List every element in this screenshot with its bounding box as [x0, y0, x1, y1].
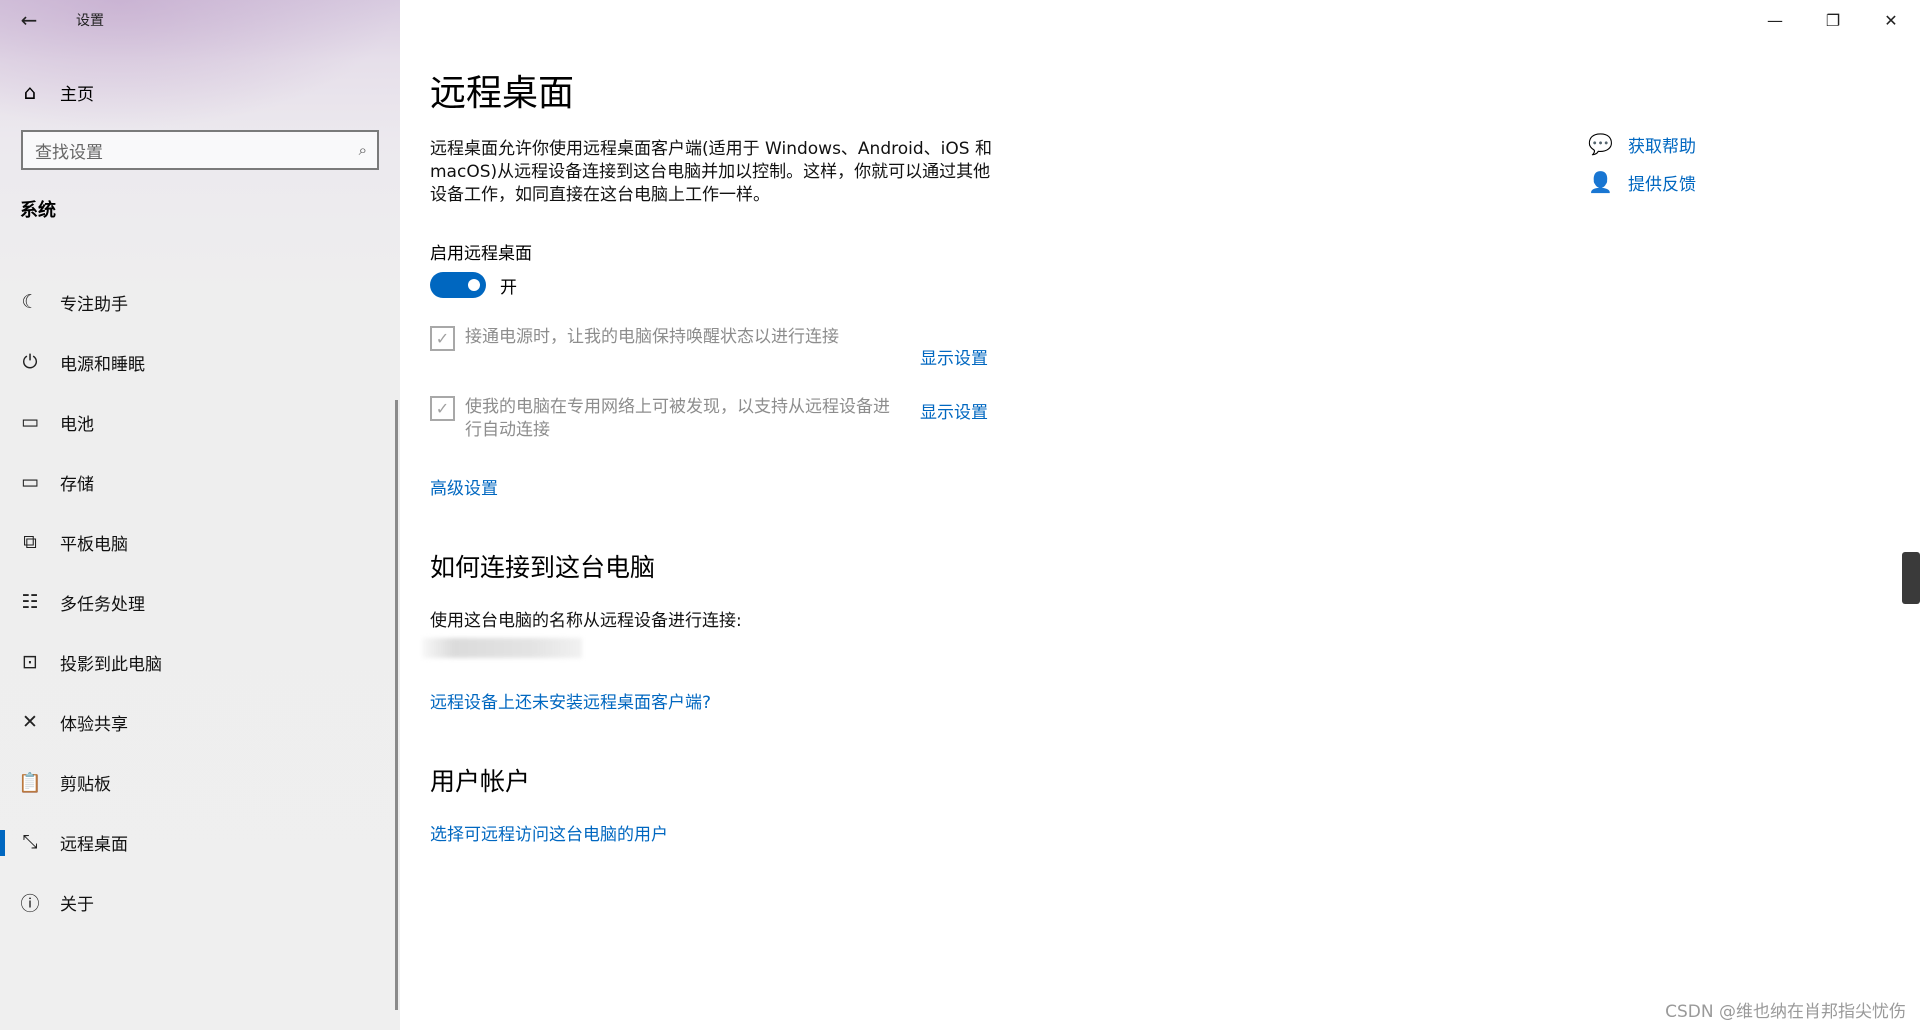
moon-icon: ☾ — [21, 291, 39, 313]
remote-desktop-icon: ⤡ — [22, 831, 38, 853]
close-button[interactable]: ✕ — [1862, 0, 1920, 40]
minimize-icon: — — [1767, 10, 1783, 30]
keep-awake-text: 接通电源时，让我的电脑保持唤醒状态以进行连接 — [465, 327, 839, 347]
project-icon: ⊡ — [22, 651, 38, 673]
select-users-link[interactable]: 选择可远程访问这台电脑的用户 — [430, 820, 668, 845]
discoverable-option: ✓ 使我的电脑在专用网络上可被发现，以支持从远程设备进行自动连接 — [430, 396, 905, 442]
settings-sidebar: ← 设置 ⌂ 主页 查找设置 ⌕ 系统 ☾ 专注助手 ⏻ 电源和睡眠 ▭ 电池 … — [0, 0, 400, 1030]
sidebar-item-label: 关于 — [60, 894, 94, 915]
app-title: 设置 — [76, 13, 104, 29]
multitasking-icon: ☷ — [21, 591, 39, 613]
sidebar-item-storage[interactable]: ▭ 存储 — [0, 452, 400, 512]
maximize-button[interactable]: ❐ — [1804, 0, 1862, 40]
toggle-state-label: 开 — [500, 277, 517, 298]
toggle-knob — [468, 279, 480, 291]
sidebar-item-label: 体验共享 — [60, 714, 128, 735]
sidebar-titlebar: ← 设置 — [0, 0, 400, 40]
get-help-link[interactable]: 💬 获取帮助 — [1588, 125, 1696, 163]
sidebar-item-tablet[interactable]: ⧉ 平板电脑 — [0, 512, 400, 572]
shared-experiences-icon: ✕ — [22, 711, 38, 733]
connect-heading: 如何连接到这台电脑 — [430, 553, 656, 582]
checkmark-icon: ✓ — [435, 329, 450, 348]
main-content: — ❐ ✕ 远程桌面 远程桌面允许你使用远程桌面客户端(适用于 Windows、… — [400, 0, 1920, 1030]
sidebar-item-focus-assist[interactable]: ☾ 专注助手 — [0, 272, 400, 332]
info-icon: ⓘ — [20, 892, 40, 915]
keep-awake-checkbox[interactable]: ✓ — [430, 326, 455, 351]
back-button[interactable]: ← — [0, 0, 58, 40]
enable-remote-desktop-label: 启用远程桌面 — [430, 244, 532, 264]
sidebar-item-power-sleep[interactable]: ⏻ 电源和睡眠 — [0, 332, 400, 392]
window-controls: — ❐ ✕ — [1746, 0, 1920, 40]
sidebar-item-label: 主页 — [60, 84, 94, 105]
feedback-label: 提供反馈 — [1628, 174, 1696, 195]
watermark: CSDN @维也纳在肖邦指尖忧伤 — [1665, 1002, 1906, 1022]
main-scrollbar-thumb[interactable] — [1902, 552, 1920, 604]
client-not-installed-link[interactable]: 远程设备上还未安装远程桌面客户端? — [430, 688, 711, 713]
sidebar-item-label: 电池 — [60, 414, 94, 435]
battery-icon: ▭ — [21, 411, 39, 433]
show-settings-link-2[interactable]: 显示设置 — [920, 398, 988, 423]
discoverable-checkbox[interactable]: ✓ — [430, 396, 455, 421]
search-placeholder: 查找设置 — [35, 142, 103, 163]
sidebar-scrollbar[interactable] — [395, 400, 398, 1010]
minimize-button[interactable]: — — [1746, 0, 1804, 40]
user-accounts-heading: 用户帐户 — [430, 767, 531, 796]
remote-desktop-description: 远程桌面允许你使用远程桌面客户端(适用于 Windows、Android、iOS… — [430, 139, 992, 205]
sidebar-item-label: 电源和睡眠 — [60, 354, 145, 375]
restore-icon: ❐ — [1825, 10, 1841, 30]
home-icon: ⌂ — [23, 80, 37, 104]
discoverable-text: 使我的电脑在专用网络上可被发现，以支持从远程设备进行自动连接 — [465, 397, 890, 440]
sidebar-item-battery[interactable]: ▭ 电池 — [0, 392, 400, 452]
sidebar-item-projecting[interactable]: ⊡ 投影到此电脑 — [0, 632, 400, 692]
sidebar-item-label: 投影到此电脑 — [60, 654, 162, 675]
sidebar-nav: ☾ 专注助手 ⏻ 电源和睡眠 ▭ 电池 ▭ 存储 ⧉ 平板电脑 ☷ 多任务处理 … — [0, 272, 400, 932]
keep-awake-option: ✓ 接通电源时，让我的电脑保持唤醒状态以进行连接 — [430, 326, 905, 351]
sidebar-item-label: 平板电脑 — [60, 534, 128, 555]
sidebar-item-label: 存储 — [60, 474, 94, 495]
enable-toggle-row: 开 — [430, 272, 517, 298]
sidebar-item-label: 剪贴板 — [60, 774, 111, 795]
search-icon: ⌕ — [358, 141, 367, 159]
get-help-label: 获取帮助 — [1628, 136, 1696, 157]
close-icon: ✕ — [1884, 10, 1898, 30]
enable-remote-desktop-toggle[interactable] — [430, 272, 486, 298]
page-title: 远程桌面 — [430, 73, 575, 114]
storage-icon: ▭ — [21, 471, 39, 493]
sidebar-item-clipboard[interactable]: 📋 剪贴板 — [0, 752, 400, 812]
sidebar-section-title: 系统 — [20, 200, 56, 221]
chat-help-icon: 💬 — [1588, 132, 1613, 156]
advanced-settings-link[interactable]: 高级设置 — [430, 474, 498, 499]
pc-name-blurred — [422, 638, 582, 658]
sidebar-item-label: 专注助手 — [60, 294, 128, 315]
sidebar-item-label: 远程桌面 — [60, 834, 128, 855]
search-input[interactable]: 查找设置 ⌕ — [21, 130, 379, 170]
tablet-icon: ⧉ — [23, 531, 37, 553]
show-settings-link-1[interactable]: 显示设置 — [920, 344, 988, 369]
checkmark-icon: ✓ — [435, 399, 450, 418]
power-icon: ⏻ — [22, 351, 38, 373]
sidebar-item-label: 多任务处理 — [60, 594, 145, 615]
sidebar-item-remote-desktop[interactable]: ⤡ 远程桌面 — [0, 812, 400, 872]
feedback-icon: 👤 — [1588, 170, 1613, 194]
use-pc-name-text: 使用这台电脑的名称从远程设备进行连接: — [430, 611, 742, 631]
sidebar-item-home[interactable]: ⌂ 主页 — [0, 72, 400, 112]
sidebar-item-multitasking[interactable]: ☷ 多任务处理 — [0, 572, 400, 632]
back-arrow-icon: ← — [20, 8, 38, 32]
give-feedback-link[interactable]: 👤 提供反馈 — [1588, 163, 1696, 201]
clipboard-icon: 📋 — [18, 771, 42, 794]
sidebar-item-shared-experiences[interactable]: ✕ 体验共享 — [0, 692, 400, 752]
help-panel: 💬 获取帮助 👤 提供反馈 — [1588, 125, 1696, 201]
sidebar-item-about[interactable]: ⓘ 关于 — [0, 872, 400, 932]
